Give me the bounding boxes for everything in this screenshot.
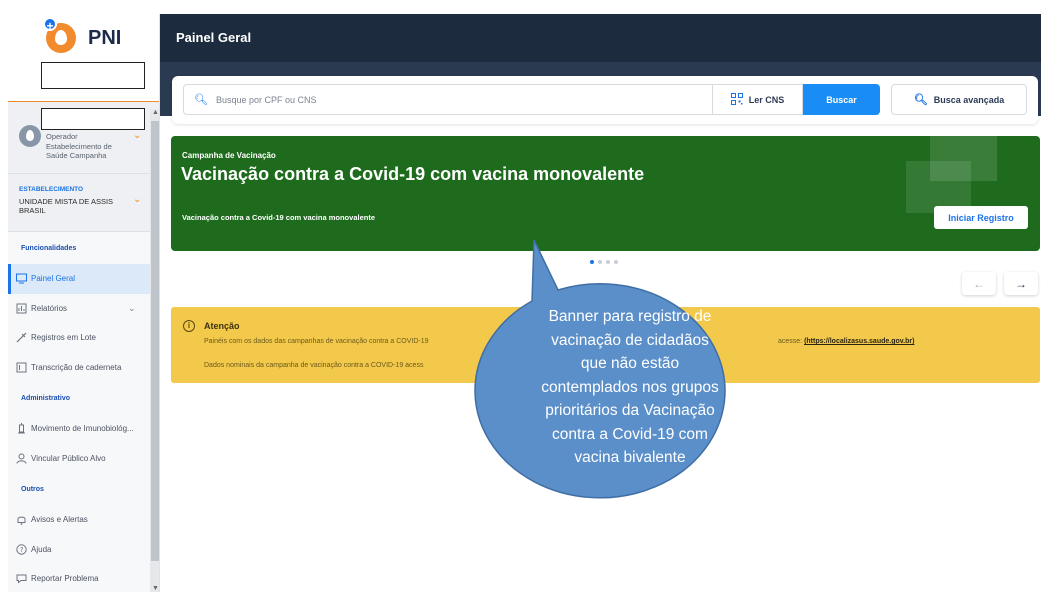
start-registration-button[interactable]: Iniciar Registro: [934, 206, 1028, 229]
search-button[interactable]: Buscar: [803, 84, 880, 115]
chat-icon: [15, 573, 27, 585]
callout-line: Banner para registro de: [548, 308, 712, 325]
sidebar-item-label: Movimento de Imunobiológ...: [31, 424, 134, 434]
info-icon: i: [183, 320, 195, 332]
logo-area: + PNI: [8, 14, 159, 104]
sidebar-item-relatorios[interactable]: Relatórios ⌄: [8, 294, 159, 324]
section-administrativo: Administrativo: [21, 394, 71, 402]
callout-line: vacina bivalente: [574, 449, 686, 466]
redacted-box: [41, 108, 145, 130]
callout-line: prioritários da Vacinação: [545, 402, 715, 419]
sidebar-item-label: Avisos e Alertas: [31, 515, 88, 525]
banner-kicker: Campanha de Vacinação: [182, 151, 276, 160]
search-icon: 🔍︎: [194, 94, 208, 106]
operator-unit-line1: Estabelecimento de: [46, 141, 112, 151]
section-funcionalidades: Funcionalidades: [21, 244, 77, 252]
notebook-icon: [15, 361, 27, 373]
sidebar-item-ajuda[interactable]: ? Ajuda: [8, 535, 159, 565]
sidebar-item-painel-geral[interactable]: Painel Geral: [8, 264, 159, 294]
operator-unit-line2: Saúde Campanha: [46, 151, 107, 160]
sidebar-item-label: Transcrição de caderneta: [31, 362, 122, 372]
establishment-selector[interactable]: ESTABELECIMENTO UNIDADE MISTA DE ASSIS B…: [8, 174, 159, 232]
operator-info: Operador Estabelecimento de Saúde Campan…: [46, 132, 126, 161]
qr-code-icon: [730, 92, 743, 107]
sidebar-item-transcricao[interactable]: Transcrição de caderneta: [8, 353, 159, 383]
sidebar-item-label: Registros em Lote: [31, 333, 96, 343]
arrow-left-icon: ←: [973, 276, 985, 291]
search-placeholder: Busque por CPF ou CNS: [215, 94, 317, 105]
carousel-next-button[interactable]: →: [1004, 272, 1038, 295]
sidebar-item-reportar[interactable]: Reportar Problema: [8, 564, 159, 592]
callout-line: contra a Covid-19 com: [552, 425, 708, 443]
establishment-value: UNIDADE MISTA DE ASSIS BRASIL: [19, 197, 114, 215]
banner-subtitle: Vacinação contra a Covid-19 com vacina m…: [182, 213, 375, 222]
alert-title: Atenção: [204, 321, 240, 331]
ler-cns-label: Ler CNS: [748, 94, 785, 105]
sidebar-item-label: Ajuda: [31, 544, 52, 554]
plus-badge-icon: +: [43, 17, 57, 33]
svg-text:?: ?: [19, 546, 23, 554]
vaccine-icon: [15, 423, 27, 435]
operator-card[interactable]: Operador Estabelecimento de Saúde Campan…: [8, 102, 159, 174]
sidebar-item-vincular[interactable]: Vincular Público Alvo: [8, 444, 159, 474]
operator-role: Operador: [46, 132, 78, 141]
callout-line: contemplados nos grupos: [541, 378, 719, 396]
callout-line: que não estão: [580, 355, 680, 372]
alert-text: Dados nominais da campanha de vacinação …: [204, 362, 424, 369]
sidebar-item-avisos[interactable]: Avisos e Alertas: [8, 505, 159, 535]
sidebar-item-label: Vincular Público Alvo: [31, 453, 106, 463]
sidebar-item-label: Reportar Problema: [31, 574, 99, 584]
sidebar: + PNI Operador Estabelecimento de Saúde …: [8, 14, 160, 592]
advanced-search-label: Busca avançada: [933, 94, 1005, 105]
banner-title: Vacinação contra a Covid-19 com vacina m…: [181, 164, 645, 184]
operator-avatar-icon: [19, 125, 41, 147]
ler-cns-button[interactable]: Ler CNS: [713, 84, 803, 115]
section-outros: Outros: [21, 485, 44, 493]
chevron-down-icon: ⌄: [128, 302, 136, 313]
advanced-search-button[interactable]: 🔍︎ Busca avançada: [891, 84, 1027, 115]
sidebar-scrollbar[interactable]: ▲ ▼: [150, 109, 159, 592]
bell-icon: [15, 514, 27, 526]
app-name: PNI: [88, 27, 122, 49]
callout-line: vacinação de cidadãos: [551, 331, 709, 349]
sidebar-item-label: Painel Geral: [31, 274, 76, 284]
sidebar-item-registros-lote[interactable]: Registros em Lote: [8, 323, 159, 353]
scrollbar-thumb[interactable]: [151, 121, 159, 561]
sidebar-item-label: Relatórios: [31, 303, 68, 313]
dashboard-icon: [15, 273, 27, 285]
carousel-prev-button[interactable]: ←: [962, 272, 996, 295]
user-icon: [15, 452, 27, 464]
scroll-down-icon[interactable]: ▼: [152, 585, 159, 592]
callout-text: Banner para registro de vacinação de cid…: [512, 305, 748, 470]
sidebar-item-movimento[interactable]: Movimento de Imunobiológ...: [8, 414, 159, 444]
page-header: Painel Geral: [160, 14, 1041, 62]
campaign-banner: Campanha de Vacinação Vacinação contra a…: [171, 136, 1040, 251]
localizasus-link[interactable]: (https://localizasus.saude.gov.br): [804, 338, 914, 345]
search-icon: 🔍︎: [913, 94, 928, 106]
establishment-label: ESTABELECIMENTO: [19, 186, 84, 193]
alert-text: Painéis com os dados das campanhas de va…: [204, 338, 429, 345]
redacted-box: [41, 62, 145, 89]
syringe-icon: [15, 332, 27, 344]
report-icon: [15, 302, 27, 314]
scroll-up-icon[interactable]: ▲: [152, 109, 159, 116]
search-input[interactable]: 🔍︎ Busque por CPF ou CNS: [183, 84, 713, 115]
search-card: 🔍︎ Busque por CPF ou CNS Ler CNS Buscar …: [172, 76, 1038, 124]
arrow-right-icon: →: [1015, 276, 1027, 291]
help-icon: ?: [15, 543, 27, 555]
page-title: Painel Geral: [176, 30, 252, 45]
chevron-down-icon[interactable]: ⌄: [133, 194, 141, 205]
chevron-down-icon[interactable]: ⌄: [133, 130, 141, 141]
